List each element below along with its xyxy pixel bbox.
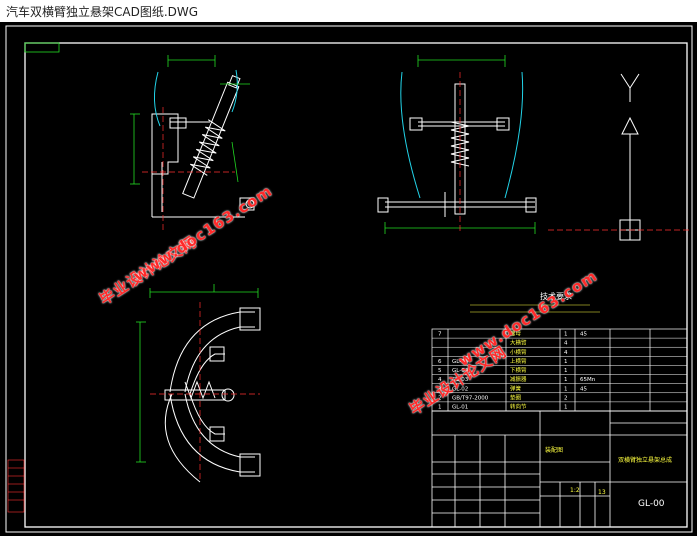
bom-cell-qty: 1 [564,405,568,411]
bom-cell-name: 小横臂 [510,348,527,356]
assembly-label: 装配图 [545,446,563,454]
cad-canvas[interactable]: 技术要求 7 螺母 1 45 大横臂 4 小横臂 4 6 GL-05 上横臂 1 5 GL-04 下横臂 1 4… [0,22,697,536]
bom-cell-qty: 2 [564,395,568,401]
bom-cell-qty: 1 [564,386,568,392]
bom-cell-qty: 1 [564,359,568,365]
window-title: 汽车双横臂独立悬架CAD图纸.DWG [6,5,199,19]
bom-cell-qty: 1 [564,377,568,383]
bom-cell-code: GL-01 [452,405,468,411]
drawing-title: 双横臂独立悬架总成 [618,456,672,464]
bom-cell-qty: 4 [564,350,568,356]
bom-cell-no: 6 [438,359,442,365]
bom-cell-qty: 1 [564,368,568,374]
bom-cell-name: 减振器 [510,375,527,383]
bom-cell-qty: 4 [564,341,568,347]
drawing-number: GL-00 [638,499,665,509]
bom-cell-name: 上横臂 [510,357,527,365]
title-block [431,410,688,528]
revision-strip [7,459,25,513]
bom-cell-name: 弹簧 [510,384,522,392]
scale-value: 1:2 [570,487,580,494]
sheet-value: 13 [598,489,606,496]
window-titlebar: 汽车双横臂独立悬架CAD图纸.DWG [0,0,697,23]
side-view [377,55,537,234]
corner-tag [24,42,60,53]
bom-cell-no: 5 [438,368,442,374]
plan-view [136,284,261,483]
bom-cell-mat: 45 [580,332,587,338]
bom-cell-no: 7 [438,332,442,338]
bom-cell-code: GB/T97-2000 [452,395,489,401]
bom-cell-mat: 65Mn [580,377,596,383]
bom-cell-name: 下横臂 [510,366,527,374]
bom-cell-no: 1 [438,405,442,411]
bom-cell-qty: 1 [564,332,568,338]
bom-cell-mat: 45 [580,386,587,392]
bom-cell-name: 垫圈 [510,393,522,401]
axis-symbol [548,73,690,241]
bom-cell-name: 大横臂 [510,339,527,347]
bom-cell-name: 转向节 [510,403,527,411]
